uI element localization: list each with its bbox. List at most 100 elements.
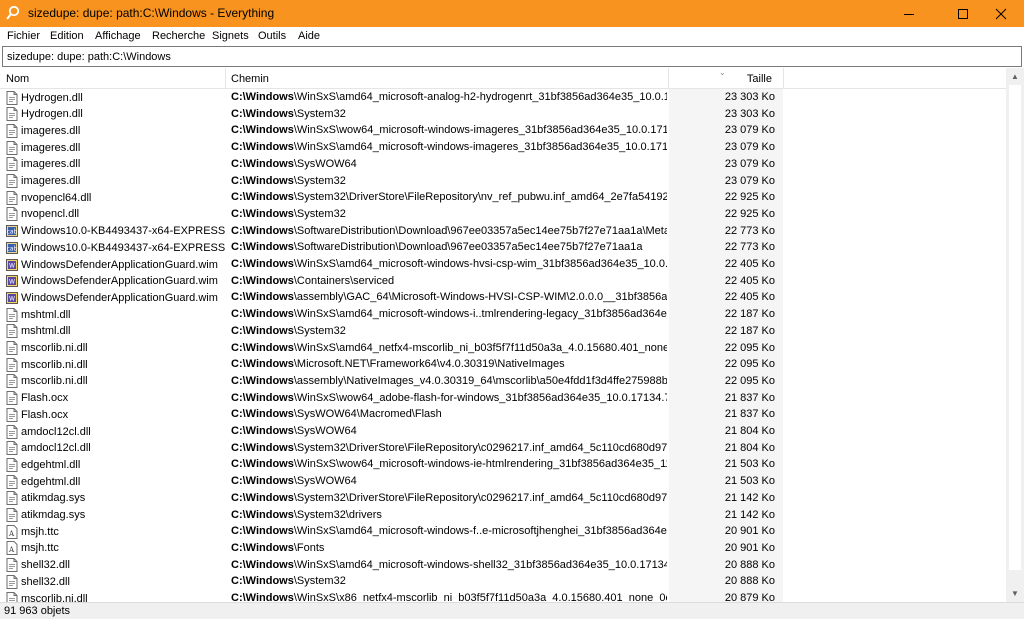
file-name-cell[interactable]: nvopencl64.dll [6,190,226,205]
file-size-cell[interactable]: 21 142 Ko [680,508,775,523]
file-size-cell[interactable]: 23 079 Ko [680,140,775,155]
file-path-cell[interactable]: C:\Windows\WinSxS\amd64_microsoft-window… [231,558,667,573]
table-row[interactable]: W WindowsDefenderApplicationGuard.wim C:\W… [0,273,1006,290]
table-row[interactable]: mscorlib.ni.dll C:\Windows\WinSxS\amd64_n… [0,340,1006,357]
file-size-cell[interactable]: 23 079 Ko [680,174,775,189]
everything-search-icon[interactable] [5,5,21,21]
file-size-cell[interactable]: 22 925 Ko [680,190,775,205]
minimize-button[interactable] [886,0,932,27]
file-path-cell[interactable]: C:\Windows\SysWOW64 [231,424,667,439]
file-size-cell[interactable]: 22 095 Ko [680,341,775,356]
table-row[interactable]: shell32.dll C:\Windows\System32 20 888 Ko [0,573,1006,590]
file-size-cell[interactable]: 20 879 Ko [680,591,775,602]
menu-signets[interactable]: Signets [212,30,249,42]
file-path-cell[interactable]: C:\Windows\WinSxS\amd64_microsoft-window… [231,257,667,272]
column-resize-handle[interactable] [225,68,226,89]
file-size-cell[interactable]: 22 405 Ko [680,274,775,289]
file-name-cell[interactable]: imageres.dll [6,157,226,172]
file-size-cell[interactable]: 23 303 Ko [680,90,775,105]
table-row[interactable]: edgehtml.dll C:\Windows\WinSxS\wow64_micr… [0,456,1006,473]
file-path-cell[interactable]: C:\Windows\WinSxS\wow64_adobe-flash-for-… [231,391,667,406]
file-path-cell[interactable]: C:\Windows\Containers\serviced [231,274,667,289]
file-path-cell[interactable]: C:\Windows\WinSxS\wow64_microsoft-window… [231,457,667,472]
file-path-cell[interactable]: C:\Windows\WinSxS\amd64_microsoft-window… [231,140,667,155]
close-button[interactable] [978,0,1024,27]
file-size-cell[interactable]: 22 773 Ko [680,240,775,255]
file-size-cell[interactable]: 21 503 Ko [680,474,775,489]
file-size-cell[interactable]: 21 503 Ko [680,457,775,472]
scrollbar-thumb[interactable] [1009,85,1021,570]
file-name-cell[interactable]: cab Windows10.0-KB4493437-x64-EXPRESS.cab [6,240,226,255]
file-name-cell[interactable]: imageres.dll [6,123,226,138]
file-path-cell[interactable]: C:\Windows\System32 [231,107,667,122]
vertical-scrollbar[interactable]: ▲ ▼ [1006,68,1024,602]
file-name-cell[interactable]: Flash.ocx [6,391,226,406]
table-row[interactable]: mshtml.dll C:\Windows\WinSxS\amd64_micros… [0,306,1006,323]
table-row[interactable]: Flash.ocx C:\Windows\SysWOW64\Macromed\Fl… [0,406,1006,423]
scroll-down-icon[interactable]: ▼ [1011,589,1019,598]
table-row[interactable]: amdocl12cl.dll C:\Windows\System32\Driver… [0,440,1006,457]
file-size-cell[interactable]: 22 095 Ko [680,357,775,372]
file-size-cell[interactable]: 22 405 Ko [680,290,775,305]
file-name-cell[interactable]: mshtml.dll [6,307,226,322]
file-path-cell[interactable]: C:\Windows\SoftwareDistribution\Download… [231,224,667,239]
file-path-cell[interactable]: C:\Windows\System32 [231,207,667,222]
menu-outils[interactable]: Outils [258,30,286,42]
file-size-cell[interactable]: 22 095 Ko [680,374,775,389]
file-name-cell[interactable]: shell32.dll [6,558,226,573]
table-row[interactable]: Hydrogen.dll C:\Windows\WinSxS\amd64_micr… [0,89,1006,106]
menu-fichier[interactable]: Fichier [7,30,40,42]
table-row[interactable]: Flash.ocx C:\Windows\WinSxS\wow64_adobe-f… [0,390,1006,407]
table-row[interactable]: amdocl12cl.dll C:\Windows\SysWOW64 21 804 … [0,423,1006,440]
table-row[interactable]: Amsjh.ttc C:\Windows\Fonts 20 901 Ko [0,540,1006,557]
table-row[interactable]: Hydrogen.dll C:\Windows\System32 23 303 Ko [0,106,1006,123]
file-name-cell[interactable]: nvopencl.dll [6,207,226,222]
file-name-cell[interactable]: W WindowsDefenderApplicationGuard.wim [6,257,226,272]
file-name-cell[interactable]: cab Windows10.0-KB4493437-x64-EXPRESS.cab [6,224,226,239]
file-name-cell[interactable]: atikmdag.sys [6,508,226,523]
file-name-cell[interactable]: edgehtml.dll [6,457,226,472]
file-size-cell[interactable]: 23 303 Ko [680,107,775,122]
table-row[interactable]: cab Windows10.0-KB4493437-x64-EXPRESS.cab… [0,239,1006,256]
table-row[interactable]: mscorlib.ni.dll C:\Windows\WinSxS\x86_net… [0,590,1006,602]
table-row[interactable]: W WindowsDefenderApplicationGuard.wim C:\W… [0,256,1006,273]
file-path-cell[interactable]: C:\Windows\SysWOW64 [231,474,667,489]
file-name-cell[interactable]: mscorlib.ni.dll [6,341,226,356]
file-size-cell[interactable]: 22 925 Ko [680,207,775,222]
file-size-cell[interactable]: 23 079 Ko [680,157,775,172]
file-name-cell[interactable]: W WindowsDefenderApplicationGuard.wim [6,290,226,305]
file-path-cell[interactable]: C:\Windows\System32\DriverStore\FileRepo… [231,491,667,506]
table-row[interactable]: nvopencl64.dll C:\Windows\System32\Driver… [0,189,1006,206]
file-path-cell[interactable]: C:\Windows\WinSxS\wow64_microsoft-window… [231,123,667,138]
file-name-cell[interactable]: mscorlib.ni.dll [6,591,226,602]
file-path-cell[interactable]: C:\Windows\System32\drivers [231,508,667,523]
menu-edition[interactable]: Edition [50,30,84,42]
file-name-cell[interactable]: Amsjh.ttc [6,524,226,539]
column-header-name[interactable]: Nom [6,68,29,89]
table-row[interactable]: imageres.dll C:\Windows\WinSxS\wow64_micr… [0,122,1006,139]
column-header-path[interactable]: Chemin [231,68,269,89]
table-row[interactable]: nvopencl.dll C:\Windows\System32 22 925 Ko [0,206,1006,223]
file-name-cell[interactable]: edgehtml.dll [6,474,226,489]
table-row[interactable]: Amsjh.ttc C:\Windows\WinSxS\amd64_microso… [0,523,1006,540]
scroll-up-icon[interactable]: ▲ [1011,72,1019,81]
table-row[interactable]: imageres.dll C:\Windows\WinSxS\amd64_micr… [0,139,1006,156]
file-path-cell[interactable]: C:\Windows\Microsoft.NET\Framework64\v4.… [231,357,667,372]
column-resize-handle[interactable] [783,68,784,89]
file-name-cell[interactable]: Amsjh.ttc [6,541,226,556]
file-path-cell[interactable]: C:\Windows\System32 [231,324,667,339]
table-row[interactable]: cab Windows10.0-KB4493437-x64-EXPRESS.cab… [0,223,1006,240]
file-size-cell[interactable]: 20 888 Ko [680,558,775,573]
file-size-cell[interactable]: 22 187 Ko [680,307,775,322]
menu-affichage[interactable]: Affichage [95,30,141,42]
file-name-cell[interactable]: atikmdag.sys [6,491,226,506]
file-name-cell[interactable]: W WindowsDefenderApplicationGuard.wim [6,274,226,289]
file-name-cell[interactable]: Hydrogen.dll [6,90,226,105]
file-size-cell[interactable]: 21 142 Ko [680,491,775,506]
file-name-cell[interactable]: mscorlib.ni.dll [6,374,226,389]
file-path-cell[interactable]: C:\Windows\SoftwareDistribution\Download… [231,240,667,255]
file-size-cell[interactable]: 21 837 Ko [680,391,775,406]
file-size-cell[interactable]: 20 901 Ko [680,524,775,539]
file-name-cell[interactable]: amdocl12cl.dll [6,424,226,439]
menu-aide[interactable]: Aide [298,30,320,42]
